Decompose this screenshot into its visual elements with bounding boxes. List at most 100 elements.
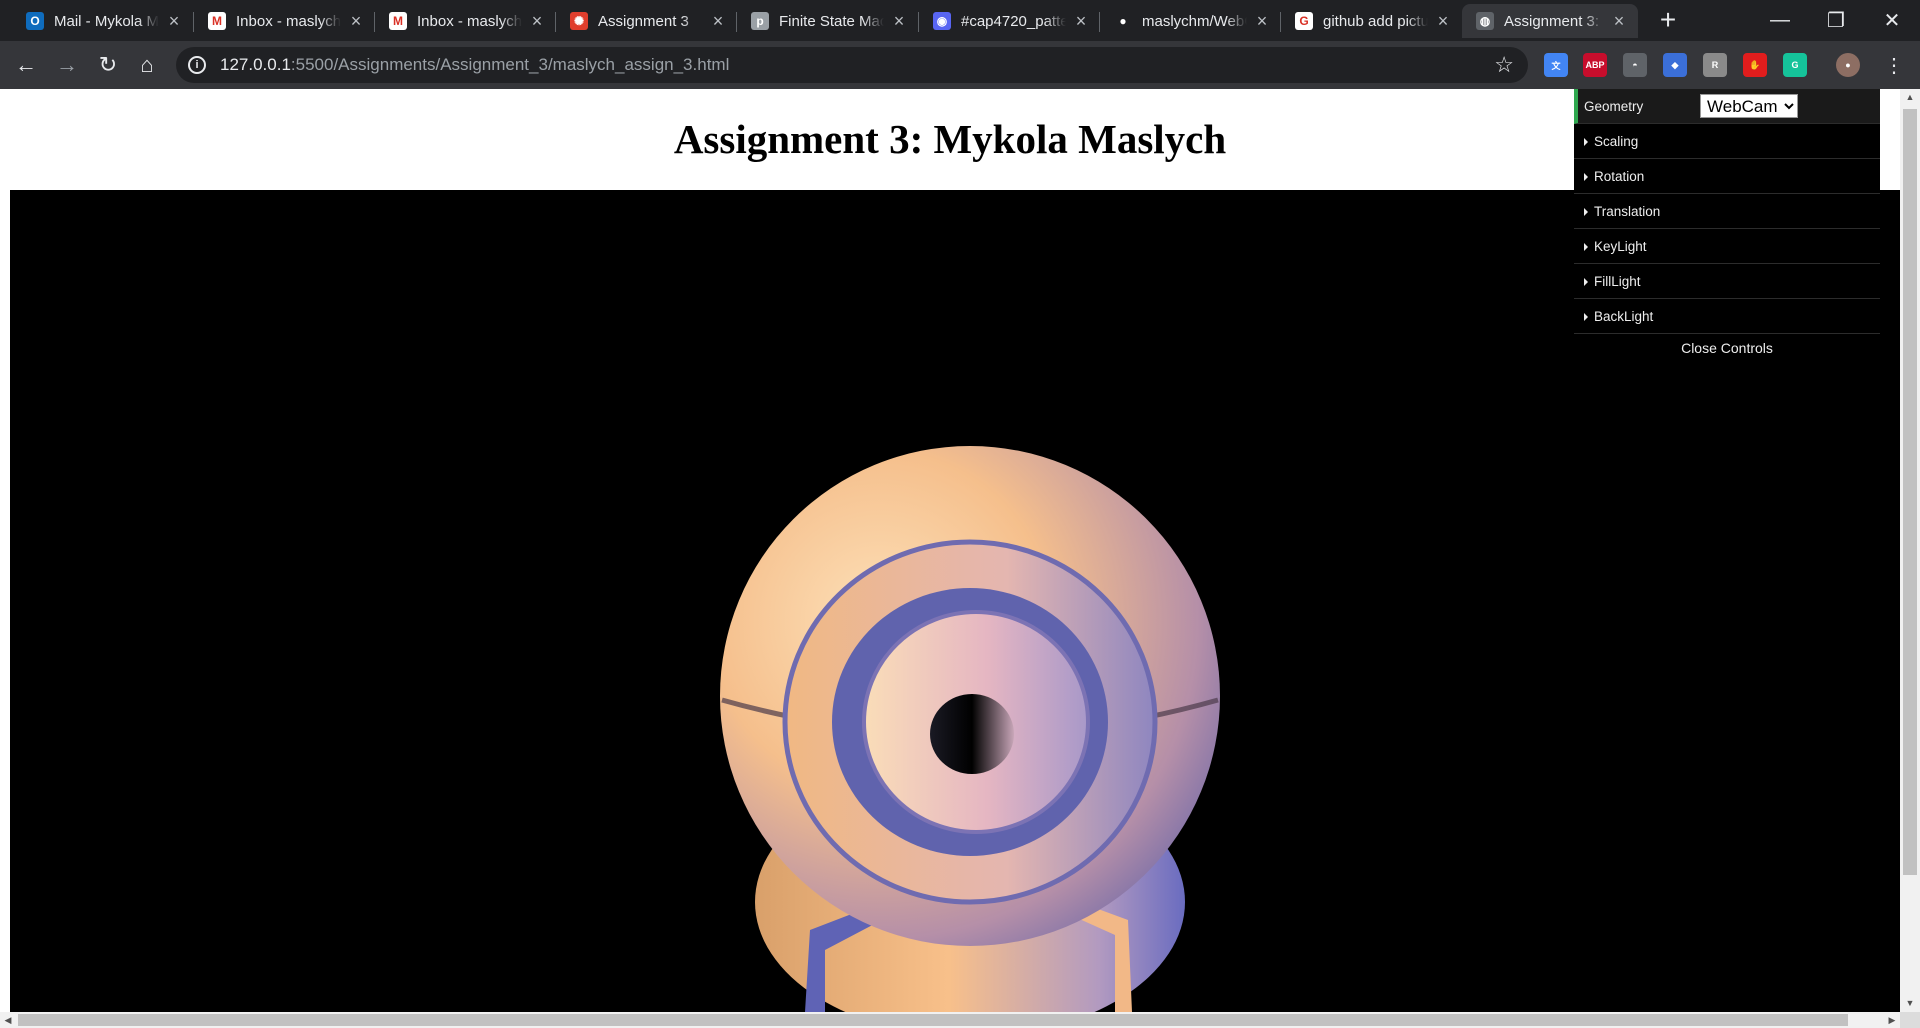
horizontal-scroll-thumb[interactable] xyxy=(18,1014,1848,1026)
scroll-down-arrow-icon[interactable]: ▼ xyxy=(1900,995,1920,1012)
caret-right-icon xyxy=(1584,312,1588,321)
geometry-select[interactable]: WebCam xyxy=(1700,94,1798,118)
folder-scaling[interactable]: Scaling xyxy=(1574,124,1880,159)
tab-title: maslychm/WebGL xyxy=(1142,12,1247,30)
folder-title: FillLight xyxy=(1594,273,1641,289)
back-button[interactable]: ← xyxy=(10,49,42,81)
folder-filllight[interactable]: FillLight xyxy=(1574,264,1880,299)
spy-extension-icon[interactable]: ◓ xyxy=(1623,53,1647,77)
chrome-menu-icon[interactable]: ⋮ xyxy=(1878,49,1910,81)
close-tab-icon[interactable]: × xyxy=(528,11,546,32)
tab-title: Mail - Mykola Maslych xyxy=(54,12,159,30)
close-tab-icon[interactable]: × xyxy=(890,11,908,32)
folder-title: Rotation xyxy=(1594,168,1645,184)
browser-tab[interactable]: ◍ Assignment 3: Mykola × xyxy=(1462,4,1638,38)
scrollbar-corner xyxy=(1900,1012,1920,1028)
folder-rotation[interactable]: Rotation xyxy=(1574,159,1880,194)
bookmark-star-icon[interactable]: ☆ xyxy=(1494,52,1514,78)
tab-title: Assignment 3: Mykola xyxy=(1504,12,1604,30)
folder-label: KeyLight xyxy=(1584,239,1647,254)
forward-button[interactable]: → xyxy=(51,49,83,81)
minimize-button[interactable]: — xyxy=(1752,0,1808,41)
vertical-scrollbar[interactable]: ▲ ▼ xyxy=(1900,89,1920,1012)
tab-title: github add picture xyxy=(1323,12,1428,30)
r-extension-icon[interactable]: R xyxy=(1703,53,1727,77)
folder-label: Rotation xyxy=(1584,169,1644,184)
tab-title: Inbox - maslych xyxy=(417,12,522,30)
geometry-control: Geometry WebCam xyxy=(1574,89,1880,124)
close-tab-icon[interactable]: × xyxy=(347,11,365,32)
close-tab-icon[interactable]: × xyxy=(1253,11,1271,32)
browser-tab[interactable]: ● maslychm/WebGL × xyxy=(1100,4,1281,38)
discord-icon: ◉ xyxy=(933,12,951,30)
translate-extension-icon[interactable]: 文 xyxy=(1544,53,1568,77)
address-bar[interactable]: i 127.0.0.1:5500/Assignments/Assignment_… xyxy=(176,47,1528,83)
folder-backlight[interactable]: BackLight xyxy=(1574,299,1880,334)
tab-title: Assignment 3 xyxy=(598,12,689,30)
url-host: 127.0.0.1 xyxy=(220,55,291,74)
scroll-left-arrow-icon[interactable]: ◀ xyxy=(0,1012,16,1028)
folder-label: Scaling xyxy=(1584,134,1638,149)
folder-keylight[interactable]: KeyLight xyxy=(1574,229,1880,264)
scroll-right-arrow-icon[interactable]: ▶ xyxy=(1884,1012,1900,1028)
browser-tab[interactable]: M Inbox - maslych × xyxy=(194,4,375,38)
github-icon: ● xyxy=(1114,12,1132,30)
browser-tab[interactable]: M Inbox - maslych × xyxy=(375,4,556,38)
browser-tab[interactable]: ◉ #cap4720_patterns × xyxy=(919,4,1100,38)
tab-title: Inbox - maslych xyxy=(236,12,341,30)
folder-label: BackLight xyxy=(1584,309,1653,324)
caret-right-icon xyxy=(1584,277,1588,286)
page-content: Assignment 3: Mykola Maslych Geometry We… xyxy=(0,89,1900,1012)
new-tab-button[interactable]: + xyxy=(1656,6,1680,34)
scroll-up-arrow-icon[interactable]: ▲ xyxy=(1900,89,1920,106)
horizontal-scrollbar[interactable]: ◀ ▶ xyxy=(0,1012,1900,1028)
gmail-icon: M xyxy=(389,12,407,30)
close-tab-icon[interactable]: × xyxy=(1610,11,1628,32)
tab-title: Finite State Machine xyxy=(779,12,884,30)
browser-tab[interactable]: Ggithub add picture × xyxy=(1281,4,1462,38)
url-text[interactable]: 127.0.0.1:5500/Assignments/Assignment_3/… xyxy=(220,55,729,75)
browser-tab[interactable]: O Mail - Mykola Maslych × xyxy=(12,4,193,38)
url-path: :5500/Assignments/Assignment_3/maslych_a… xyxy=(290,55,730,74)
close-tab-icon[interactable]: × xyxy=(165,11,183,32)
browser-tab[interactable]: ✺ Assignment 3 × xyxy=(556,4,737,38)
close-controls-button[interactable]: Close Controls xyxy=(1574,334,1880,362)
reload-button[interactable]: ↻ xyxy=(92,49,124,81)
tab-separator xyxy=(918,12,919,32)
folder-title: KeyLight xyxy=(1594,238,1647,254)
close-tab-icon[interactable]: × xyxy=(1434,11,1452,32)
caret-right-icon xyxy=(1584,242,1588,251)
gmail-icon: M xyxy=(208,12,226,30)
folder-translation[interactable]: Translation xyxy=(1574,194,1880,229)
adblock-plus-icon[interactable]: ABP xyxy=(1583,53,1607,77)
folder-title: Scaling xyxy=(1594,133,1639,149)
tab-separator xyxy=(736,12,737,32)
vertical-scroll-thumb[interactable] xyxy=(1903,109,1917,875)
geometry-label: Geometry xyxy=(1584,98,1644,114)
stop-hand-icon[interactable]: ✋ xyxy=(1743,53,1767,77)
close-window-button[interactable]: ✕ xyxy=(1864,0,1920,41)
caret-right-icon xyxy=(1584,137,1588,146)
tab-separator xyxy=(1099,12,1100,32)
graduation-cap-icon[interactable]: ◆ xyxy=(1663,53,1687,77)
globe-icon: ◍ xyxy=(1476,12,1494,30)
outlook-icon: O xyxy=(26,12,44,30)
profile-avatar[interactable]: ● xyxy=(1836,53,1860,77)
google-icon: G xyxy=(1295,12,1313,30)
close-tab-icon[interactable]: × xyxy=(709,11,727,32)
restore-button[interactable]: ❐ xyxy=(1808,0,1864,41)
tab-separator xyxy=(374,12,375,32)
close-tab-icon[interactable]: × xyxy=(1072,11,1090,32)
canvas-lms-icon: ✺ xyxy=(570,12,588,30)
tab-separator xyxy=(1280,12,1281,32)
browser-toolbar: ← → ↻ ⌂ i 127.0.0.1:5500/Assignments/Ass… xyxy=(0,41,1920,89)
folder-title: Translation xyxy=(1594,203,1661,219)
home-button[interactable]: ⌂ xyxy=(131,49,163,81)
grammarly-icon[interactable]: G xyxy=(1783,53,1807,77)
tab-separator xyxy=(193,12,194,32)
tab-title: #cap4720_patterns xyxy=(961,12,1066,30)
browser-tab[interactable]: p Finite State Machine × xyxy=(737,4,918,38)
folder-label: FillLight xyxy=(1584,274,1641,289)
folder-title: BackLight xyxy=(1594,308,1654,324)
site-info-icon[interactable]: i xyxy=(188,56,206,74)
